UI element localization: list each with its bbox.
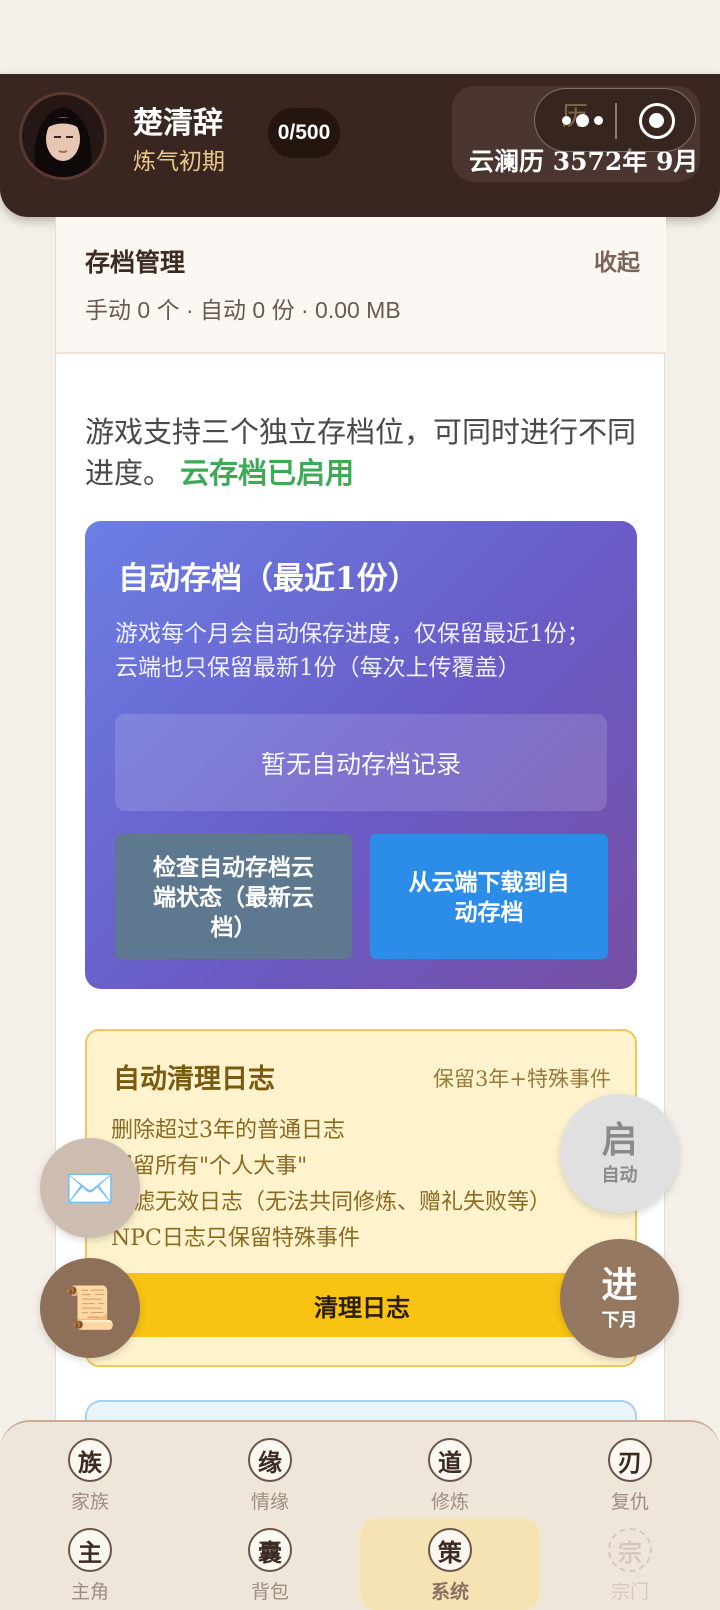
log-cleanup-subtitle: 保留3年+特殊事件 <box>433 1067 611 1091</box>
nav-label: 修炼 <box>430 1491 469 1513</box>
cultivation-progress[interactable]: 0/500 <box>268 108 340 158</box>
target-icon[interactable] <box>639 103 675 139</box>
character-portrait-icon <box>22 95 104 177</box>
nav-label: 系统 <box>430 1581 469 1603</box>
auto-save-card: 自动存档（最近1份） 游戏每个月会自动保存进度，仅保留最近1份；云端也只保留最新… <box>85 521 637 989</box>
collapse-button[interactable]: 收起 <box>594 243 640 277</box>
sect-icon: 宗 <box>608 1528 652 1572</box>
download-cloud-button[interactable]: 从云端下载到自动存档 <box>370 834 608 959</box>
scroll-icon: 📜 <box>63 1283 117 1331</box>
nav-item-system[interactable]: 策 系统 <box>360 1518 540 1610</box>
mini-program-capsule <box>534 88 696 152</box>
auto-save-title: 自动存档（最近1份） <box>118 561 419 597</box>
next-month-button[interactable]: 进 下月 <box>560 1239 679 1358</box>
top-header: 楚清辞 炼气初期 0/500 历 云澜历 3572年 9月 <box>0 74 720 217</box>
protagonist-icon: 主 <box>68 1528 112 1572</box>
panel-title: 存档管理 <box>85 249 186 277</box>
capsule-divider <box>615 103 617 139</box>
nav-label: 背包 <box>250 1581 289 1603</box>
clean-logs-button[interactable]: 清理日志 <box>117 1273 607 1337</box>
nav-item-family[interactable]: 族 家族 <box>0 1434 180 1524</box>
nav-label: 情缘 <box>250 1491 289 1513</box>
panel-header: 存档管理 收起 手动 0 个 · 自动 0 份 · 0.00 MB <box>56 217 666 354</box>
family-icon: 族 <box>68 1438 112 1482</box>
next-month-glyph: 进 <box>601 1263 638 1305</box>
log-rule: 保留所有"个人大事" <box>111 1154 308 1179</box>
character-realm: 炼气初期 <box>133 149 225 175</box>
bag-icon: 囊 <box>248 1528 292 1572</box>
log-cleanup-card: 自动清理日志 保留3年+特殊事件 删除超过3年的普通日志 保留所有"个人大事" … <box>85 1029 637 1367</box>
mail-button[interactable]: ✉️ <box>40 1138 140 1238</box>
nav-item-cultivation[interactable]: 道 修炼 <box>360 1434 540 1524</box>
system-icon: 策 <box>428 1528 472 1572</box>
more-dots-icon[interactable] <box>553 89 611 151</box>
log-rule: 过滤无效日志（无法共同修炼、赠礼失败等） <box>111 1190 552 1215</box>
nav-label: 复仇 <box>610 1491 649 1513</box>
intro-description: 游戏支持三个独立存档位，可同时进行不同进度。 <box>85 417 637 490</box>
romance-icon: 缘 <box>248 1438 292 1482</box>
scroll-button[interactable]: 📜 <box>40 1258 140 1358</box>
log-cleanup-rules: 删除超过3年的普通日志 保留所有"个人大事" 过滤无效日志（无法共同修炼、赠礼失… <box>111 1113 551 1257</box>
character-name: 楚清辞 <box>133 106 223 141</box>
nav-label: 主角 <box>70 1581 109 1603</box>
bottom-navigation: 族 家族 缘 情缘 道 修炼 刃 复仇 主 主角 囊 背包 策 系统 宗 宗门 <box>0 1420 720 1610</box>
nav-item-romance[interactable]: 缘 情缘 <box>180 1434 360 1524</box>
auto-advance-label: 自动 <box>601 1164 638 1185</box>
save-stats: 手动 0 个 · 自动 0 份 · 0.00 MB <box>85 297 401 323</box>
log-cleanup-title: 自动清理日志 <box>113 1064 275 1094</box>
nav-label: 宗门 <box>610 1581 649 1603</box>
revenge-icon: 刃 <box>608 1438 652 1482</box>
auto-advance-glyph: 启 <box>601 1118 638 1160</box>
auto-advance-button[interactable]: 启 自动 <box>560 1094 679 1213</box>
check-cloud-status-button[interactable]: 检查自动存档云端状态（最新云档） <box>115 834 352 959</box>
intro-text: 游戏支持三个独立存档位，可同时进行不同进度。 云存档已启用 <box>85 413 645 495</box>
nav-item-sect: 宗 宗门 <box>540 1524 720 1610</box>
next-month-label: 下月 <box>601 1309 638 1330</box>
cultivation-icon: 道 <box>428 1438 472 1482</box>
nav-item-revenge[interactable]: 刃 复仇 <box>540 1434 720 1524</box>
nav-item-bag[interactable]: 囊 背包 <box>180 1524 360 1610</box>
cloud-status: 云存档已启用 <box>180 458 355 490</box>
nav-label: 家族 <box>70 1491 109 1513</box>
auto-save-empty-state: 暂无自动存档记录 <box>115 714 607 811</box>
log-rule: 删除超过3年的普通日志 <box>111 1118 345 1143</box>
mail-icon: ✉️ <box>65 1166 115 1211</box>
nav-item-protagonist[interactable]: 主 主角 <box>0 1524 180 1610</box>
avatar[interactable] <box>19 92 107 180</box>
save-management-panel: 存档管理 收起 手动 0 个 · 自动 0 份 · 0.00 MB 游戏支持三个… <box>55 217 666 1460</box>
auto-save-description: 游戏每个月会自动保存进度，仅保留最近1份；云端也只保留最新1份（每次上传覆盖） <box>115 621 590 681</box>
log-rule: NPC日志只保留特殊事件 <box>111 1226 360 1251</box>
